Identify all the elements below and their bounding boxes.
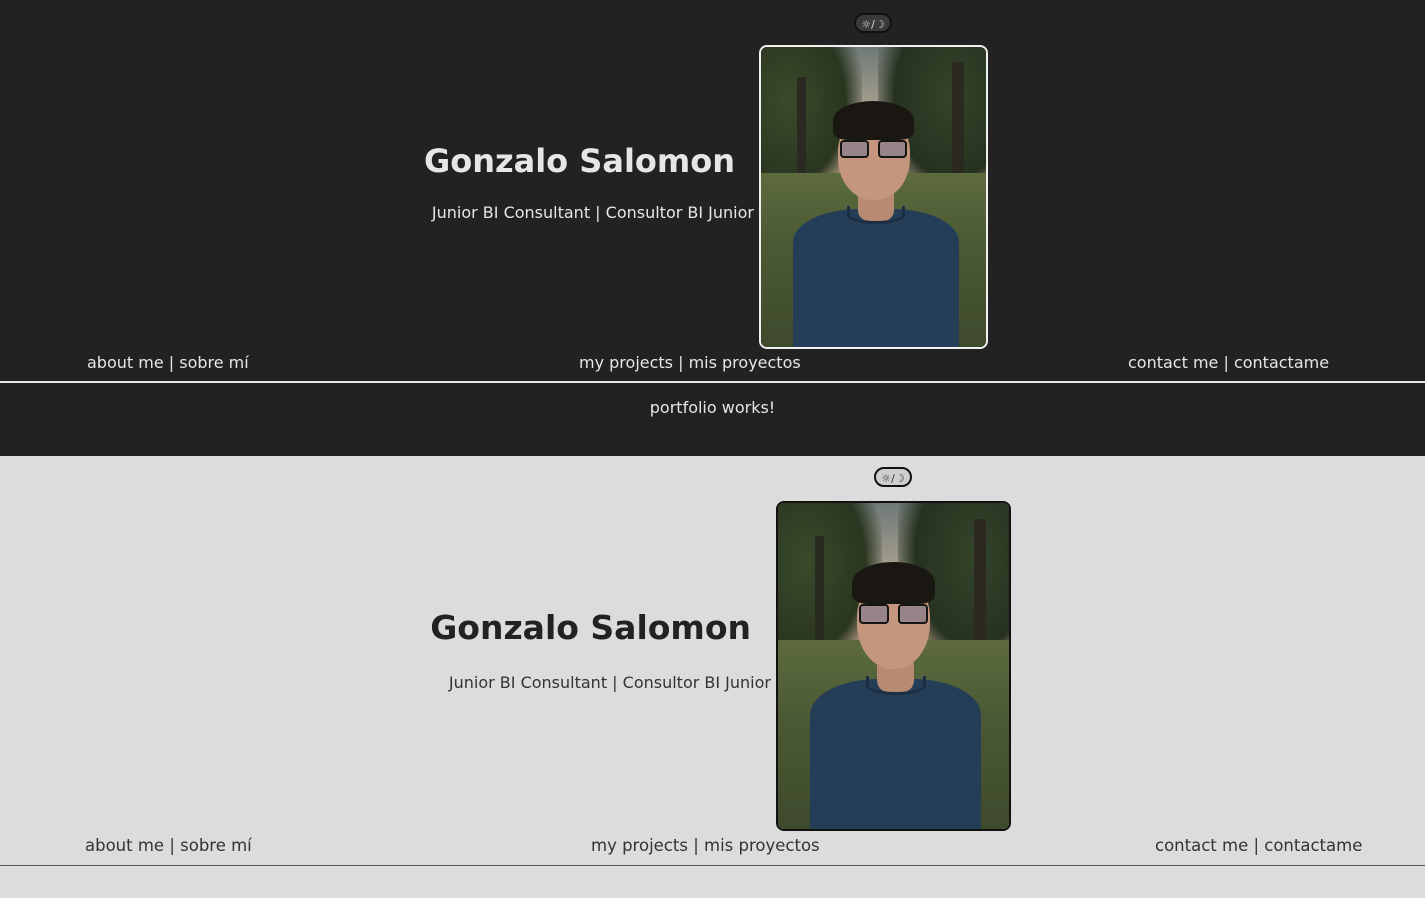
nav-divider — [0, 381, 1425, 383]
profile-subtitle: Junior BI Consultant | Consultor BI Juni… — [448, 673, 771, 692]
profile-name: Gonzalo Salomon — [423, 142, 735, 180]
nav-projects-link[interactable]: my projects | mis proyectos — [591, 836, 820, 855]
nav-about-link[interactable]: about me | sobre mí — [85, 836, 252, 855]
profile-name: Gonzalo Salomon — [430, 608, 751, 647]
sun-moon-icon: ☼/☽ — [881, 472, 905, 485]
portfolio-status-text: portfolio works! — [649, 398, 776, 417]
theme-toggle-button[interactable]: ☼/☽ — [854, 13, 892, 33]
nav-about-link[interactable]: about me | sobre mí — [87, 353, 249, 372]
nav-contact-link[interactable]: contact me | contactame — [1128, 353, 1329, 372]
profile-subtitle: Junior BI Consultant | Consultor BI Juni… — [431, 203, 754, 222]
dark-theme-section: ☼/☽ Gonzalo Salomon Junior BI Consultant… — [0, 0, 1425, 456]
theme-toggle-button[interactable]: ☼/☽ — [874, 467, 912, 487]
profile-photo — [759, 45, 988, 349]
nav-projects-link[interactable]: my projects | mis proyectos — [579, 353, 801, 372]
sun-moon-icon: ☼/☽ — [861, 18, 885, 31]
profile-photo — [776, 501, 1011, 831]
nav-divider — [0, 865, 1425, 866]
light-theme-section: ☼/☽ Gonzalo Salomon Junior BI Consultant… — [0, 456, 1425, 898]
nav-contact-link[interactable]: contact me | contactame — [1155, 836, 1362, 855]
